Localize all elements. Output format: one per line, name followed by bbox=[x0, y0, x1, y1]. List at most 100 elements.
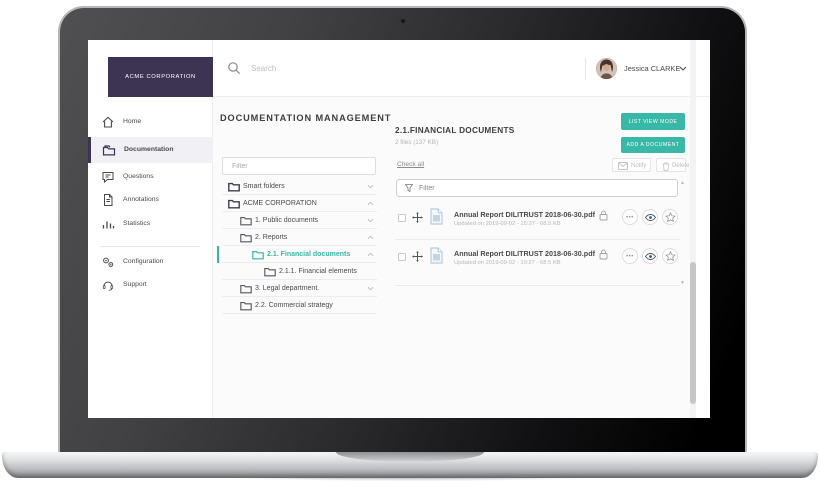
avatar[interactable] bbox=[596, 58, 617, 79]
file-meta: Updated on 2019-09-02 - 10:27 - 68.5 KB bbox=[454, 260, 561, 266]
envelope-icon bbox=[618, 162, 628, 170]
move-handle-icon[interactable] bbox=[412, 251, 423, 262]
favorite-button[interactable] bbox=[662, 248, 678, 264]
tree-item-acme-corporation[interactable]: ACME CORPORATION bbox=[222, 195, 377, 212]
panel-title: 2.1.FINANCIAL DOCUMENTS bbox=[395, 126, 515, 135]
scroll-up-arrow[interactable]: ▲ bbox=[680, 180, 685, 186]
file-row[interactable]: Annual Report DILITRUST 2018-06-30.pdf U… bbox=[395, 240, 680, 286]
page-title: DOCUMENTATION MANAGEMENT bbox=[220, 113, 392, 123]
list-view-mode-button[interactable]: LIST VIEW MODE bbox=[621, 113, 685, 130]
file-row[interactable]: Annual Report DILITRUST 2018-06-30.pdf U… bbox=[395, 201, 680, 240]
folder-icon bbox=[252, 251, 264, 260]
notify-label: Notify bbox=[631, 162, 647, 169]
tree-item-label: 3. Legal department. bbox=[255, 285, 320, 292]
topbar: Jessica CLARKE bbox=[213, 40, 710, 97]
app-screen: ACME CORPORATION Home Documentation Ques… bbox=[88, 40, 710, 418]
user-name[interactable]: Jessica CLARKE bbox=[624, 64, 680, 73]
tree-item-label: 2.2. Commercial strategy bbox=[255, 302, 333, 309]
page: ACME CORPORATION Home Documentation Ques… bbox=[0, 0, 820, 492]
tree-item-smart-folders[interactable]: Smart folders bbox=[222, 178, 377, 195]
folder-icon bbox=[264, 268, 276, 277]
more-options-button[interactable]: ••• bbox=[622, 248, 638, 264]
tree-item-public-documents[interactable]: 1. Public documents bbox=[222, 212, 377, 229]
tree-item-financial-elements[interactable]: 2.1.1. Financial elements bbox=[222, 263, 377, 280]
sidebar-item-home[interactable]: Home bbox=[88, 112, 213, 132]
headset-icon bbox=[102, 281, 114, 291]
delete-button[interactable]: Delete bbox=[656, 158, 690, 172]
tree-item-label: 2.1.1. Financial elements bbox=[279, 268, 357, 275]
star-icon bbox=[665, 251, 676, 262]
tree-filter-input[interactable] bbox=[222, 157, 376, 175]
tree-item-label: 2. Reports bbox=[255, 234, 288, 241]
lock-icon bbox=[599, 249, 608, 260]
annotations-icon bbox=[104, 194, 113, 206]
gear-icon bbox=[103, 257, 114, 267]
search-area[interactable] bbox=[213, 40, 463, 97]
home-icon bbox=[102, 116, 114, 128]
search-input[interactable] bbox=[251, 60, 411, 76]
sidebar-item-label: Statistics bbox=[123, 220, 151, 227]
scrollbar-track[interactable] bbox=[690, 40, 696, 418]
filter-funnel-icon bbox=[405, 184, 413, 192]
file-checkbox[interactable] bbox=[398, 253, 406, 261]
folder-icon bbox=[240, 302, 252, 311]
sidebar-item-label: Configuration bbox=[123, 258, 164, 265]
preview-button[interactable] bbox=[642, 248, 658, 264]
avatar-photo bbox=[596, 58, 617, 79]
eye-icon bbox=[645, 214, 656, 221]
sidebar-item-configuration[interactable]: Configuration bbox=[88, 252, 213, 272]
file-meta: Updated on 2019-09-02 - 15:27 - 68.5 KB bbox=[454, 221, 561, 227]
tree-item-label: ACME CORPORATION bbox=[243, 200, 317, 207]
sidebar-item-label: Annotations bbox=[123, 196, 159, 203]
chevron-down-icon[interactable] bbox=[679, 66, 687, 71]
chevron-down-icon[interactable] bbox=[367, 218, 374, 223]
sidebar-item-statistics[interactable]: Statistics bbox=[88, 214, 213, 234]
ellipsis-icon: ••• bbox=[626, 253, 634, 260]
file-name[interactable]: Annual Report DILITRUST 2018-06-30.pdf bbox=[454, 249, 595, 258]
chevron-down-icon[interactable] bbox=[367, 286, 374, 291]
more-options-button[interactable]: ••• bbox=[622, 209, 638, 225]
panel-subtitle: 2 files (137 KB) bbox=[395, 139, 439, 146]
ellipsis-icon: ••• bbox=[626, 214, 634, 221]
tree-item-commercial-strategy[interactable]: 2.2. Commercial strategy bbox=[222, 297, 377, 314]
folder-icon bbox=[228, 199, 240, 209]
scrollbar-thumb[interactable] bbox=[690, 262, 696, 404]
sidebar-item-label: Questions bbox=[123, 173, 154, 180]
sidebar-item-questions[interactable]: Questions bbox=[88, 167, 213, 187]
file-name[interactable]: Annual Report DILITRUST 2018-06-30.pdf bbox=[454, 210, 595, 219]
lock-icon bbox=[599, 210, 608, 221]
laptop-camera bbox=[401, 19, 405, 23]
chevron-up-icon[interactable] bbox=[367, 201, 374, 206]
preview-button[interactable] bbox=[642, 209, 658, 225]
chevron-up-icon[interactable] bbox=[367, 252, 374, 257]
chevron-down-icon[interactable] bbox=[367, 184, 374, 189]
search-icon bbox=[228, 62, 241, 75]
sidebar-item-label: Documentation bbox=[124, 146, 174, 153]
sidebar: ACME CORPORATION Home Documentation Ques… bbox=[88, 40, 213, 418]
tree-item-reports[interactable]: 2. Reports bbox=[222, 229, 377, 246]
check-all-link[interactable]: Check all bbox=[397, 161, 424, 168]
sidebar-item-support[interactable]: Support bbox=[88, 275, 213, 295]
sidebar-item-documentation[interactable]: Documentation bbox=[88, 137, 213, 163]
chevron-up-icon[interactable] bbox=[367, 235, 374, 240]
tree-item-financial-documents[interactable]: 2.1. Financial documents bbox=[217, 246, 377, 263]
notify-button[interactable]: Notify bbox=[612, 158, 651, 172]
add-document-button[interactable]: ADD A DOCUMENT bbox=[621, 137, 685, 153]
sidebar-item-annotations[interactable]: Annotations bbox=[88, 190, 213, 210]
file-filter-input[interactable] bbox=[396, 179, 678, 197]
folder-icon bbox=[240, 285, 252, 294]
scroll-down-arrow[interactable]: ▼ bbox=[680, 280, 685, 286]
sidebar-divider bbox=[100, 246, 200, 247]
tree-item-label: 1. Public documents bbox=[255, 217, 319, 224]
documentation-icon bbox=[102, 145, 116, 156]
tree-item-label: Smart folders bbox=[243, 183, 285, 190]
favorite-button[interactable] bbox=[662, 209, 678, 225]
delete-label: Delete bbox=[672, 162, 690, 169]
folder-icon bbox=[228, 182, 240, 192]
questions-icon bbox=[102, 172, 114, 184]
folder-icon bbox=[240, 234, 252, 243]
tree-item-legal-department[interactable]: 3. Legal department. bbox=[222, 280, 377, 297]
file-checkbox[interactable] bbox=[398, 214, 406, 222]
move-handle-icon[interactable] bbox=[412, 212, 423, 223]
brand-logo: ACME CORPORATION bbox=[108, 57, 213, 97]
